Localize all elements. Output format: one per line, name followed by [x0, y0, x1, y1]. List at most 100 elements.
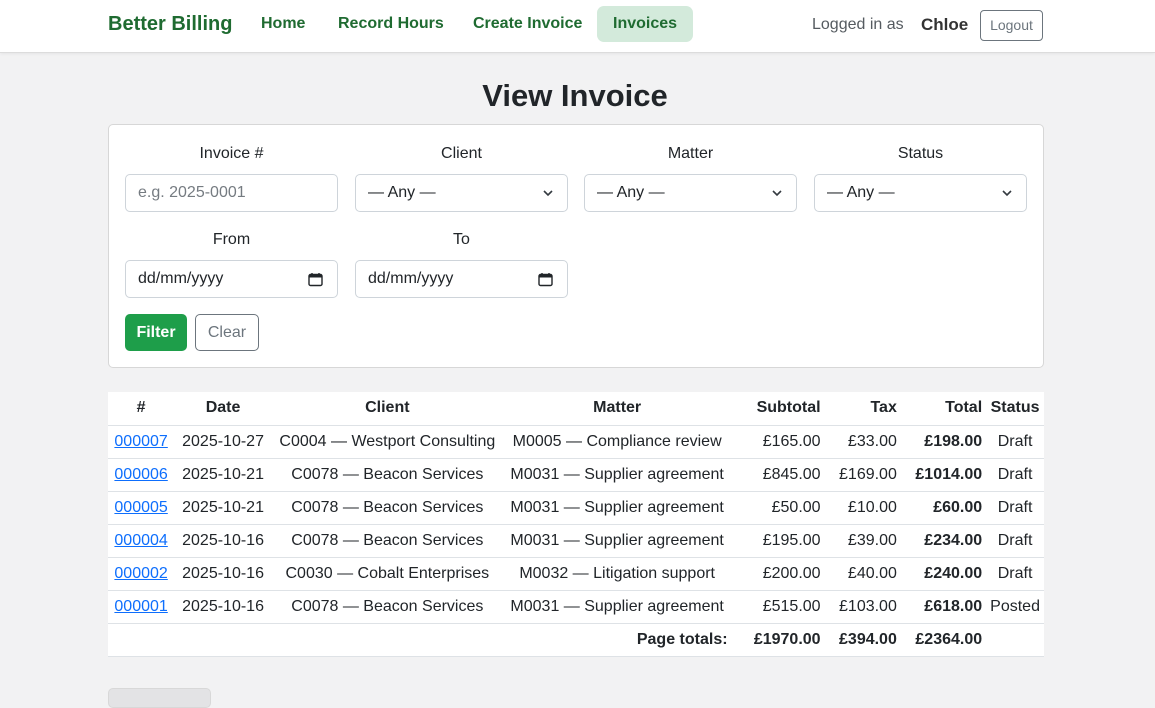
matter-cell: M0031 — Supplier agreement: [502, 491, 732, 525]
matter-cell: M0031 — Supplier agreement: [502, 458, 732, 492]
tax-cell: £39.00: [824, 524, 901, 558]
status-select-value: — Any —: [827, 184, 895, 201]
client-select-value: — Any —: [368, 184, 436, 201]
date-cell: 2025-10-27: [174, 425, 272, 459]
subtotal-cell: £200.00: [731, 557, 825, 591]
calendar-icon[interactable]: [538, 272, 553, 287]
invoice-number-link[interactable]: 000006: [114, 466, 167, 483]
column-header: Subtotal: [731, 392, 825, 426]
invoice-number-link[interactable]: 000007: [114, 433, 167, 450]
table-row: 000004 2025-10-16 C0078 — Beacon Service…: [108, 524, 1044, 558]
page-tax: £394.00: [824, 623, 901, 657]
status-cell: Draft: [986, 491, 1044, 525]
page-totals-label: Page totals:: [108, 623, 732, 657]
tax-cell: £10.00: [824, 491, 901, 525]
invoice-number-link[interactable]: 000001: [114, 598, 167, 615]
page-subtotal: £1970.00: [731, 623, 825, 657]
subtotal-cell: £50.00: [731, 491, 825, 525]
column-header: Total: [900, 392, 987, 426]
total-cell: £198.00: [900, 425, 987, 459]
column-header: #: [108, 392, 175, 426]
from-date-value: dd/mm/yyyy: [138, 270, 224, 287]
partial-bottom-button[interactable]: [108, 688, 211, 708]
nav-home[interactable]: Home: [245, 6, 321, 42]
chevron-down-icon: [772, 190, 782, 197]
table-row: 000001 2025-10-16 C0078 — Beacon Service…: [108, 590, 1044, 624]
invoice-number-link[interactable]: 000004: [114, 532, 167, 549]
matter-cell: M0031 — Supplier agreement: [502, 590, 732, 624]
invoice-number-input[interactable]: e.g. 2025-0001: [125, 174, 338, 212]
total-cell: £240.00: [900, 557, 987, 591]
table-row: 000006 2025-10-21 C0078 — Beacon Service…: [108, 458, 1044, 492]
filter-button[interactable]: Filter: [125, 314, 187, 351]
page-totals-row: Page totals: £1970.00 £394.00 £2364.00: [108, 623, 1044, 657]
total-cell: £234.00: [900, 524, 987, 558]
logout-button[interactable]: Logout: [980, 10, 1043, 41]
total-cell: £1014.00: [900, 458, 987, 492]
brand-logo[interactable]: Better Billing: [108, 13, 232, 36]
status-select[interactable]: — Any —: [814, 174, 1027, 212]
subtotal-cell: £515.00: [731, 590, 825, 624]
date-cell: 2025-10-21: [174, 491, 272, 525]
matter-label: Matter: [667, 145, 714, 162]
table-row: 000007 2025-10-27 C0004 — Westport Consu…: [108, 425, 1044, 459]
filter-panel: Invoice # e.g. 2025-0001 Client — Any — …: [108, 124, 1044, 368]
date-cell: 2025-10-16: [174, 557, 272, 591]
nav-invoices[interactable]: Invoices: [597, 6, 694, 42]
column-header: Date: [174, 392, 272, 426]
status-cell: Draft: [986, 458, 1044, 492]
status-cell: Posted: [986, 590, 1044, 624]
matter-select[interactable]: — Any —: [584, 174, 797, 212]
invoice-number-label: Invoice #: [199, 145, 264, 162]
date-cell: 2025-10-16: [174, 524, 272, 558]
client-cell: C0030 — Cobalt Enterprises: [271, 557, 503, 591]
invoice-number-link[interactable]: 000002: [114, 565, 167, 582]
subtotal-cell: £195.00: [731, 524, 825, 558]
username: Chloe: [921, 15, 969, 34]
empty-cell: [986, 623, 1044, 657]
column-header: Tax: [824, 392, 901, 426]
column-header: Matter: [502, 392, 732, 426]
status-cell: Draft: [986, 524, 1044, 558]
matter-cell: M0005 — Compliance review: [502, 425, 732, 459]
matter-cell: M0032 — Litigation support: [502, 557, 732, 591]
subtotal-cell: £165.00: [731, 425, 825, 459]
date-cell: 2025-10-21: [174, 458, 272, 492]
column-header: Client: [271, 392, 503, 426]
column-header: Status: [986, 392, 1044, 426]
subtotal-cell: £845.00: [731, 458, 825, 492]
page-total: £2364.00: [900, 623, 987, 657]
table-row: 000005 2025-10-21 C0078 — Beacon Service…: [108, 491, 1044, 525]
tax-cell: £169.00: [824, 458, 901, 492]
status-label: Status: [897, 145, 944, 162]
from-date-label: From: [212, 231, 251, 248]
client-cell: C0078 — Beacon Services: [271, 590, 503, 624]
nav-create-invoice[interactable]: Create Invoice: [457, 6, 598, 42]
invoice-number-link[interactable]: 000005: [114, 499, 167, 516]
logged-in-label: Logged in as: [812, 16, 904, 33]
date-cell: 2025-10-16: [174, 590, 272, 624]
total-cell: £60.00: [900, 491, 987, 525]
chevron-down-icon: [1002, 190, 1012, 197]
client-label: Client: [441, 145, 482, 162]
client-cell: C0078 — Beacon Services: [271, 491, 503, 525]
to-date-input[interactable]: dd/mm/yyyy: [355, 260, 568, 298]
calendar-icon[interactable]: [308, 272, 323, 287]
table-row: 000002 2025-10-16 C0030 — Cobalt Enterpr…: [108, 557, 1044, 591]
tax-cell: £33.00: [824, 425, 901, 459]
status-cell: Draft: [986, 425, 1044, 459]
top-navbar: Better Billing Home Record Hours Create …: [0, 0, 1155, 53]
client-select[interactable]: — Any —: [355, 174, 568, 212]
clear-button[interactable]: Clear: [195, 314, 259, 351]
nav-record-hours[interactable]: Record Hours: [322, 6, 460, 42]
to-date-label: To: [453, 231, 470, 248]
table-header-row: # Date Client Matter Subtotal Tax Total …: [108, 392, 1044, 426]
from-date-input[interactable]: dd/mm/yyyy: [125, 260, 338, 298]
client-cell: C0078 — Beacon Services: [271, 458, 503, 492]
status-cell: Draft: [986, 557, 1044, 591]
total-cell: £618.00: [900, 590, 987, 624]
client-cell: C0004 — Westport Consulting: [271, 425, 503, 459]
client-cell: C0078 — Beacon Services: [271, 524, 503, 558]
to-date-value: dd/mm/yyyy: [368, 270, 454, 287]
chevron-down-icon: [543, 190, 553, 197]
